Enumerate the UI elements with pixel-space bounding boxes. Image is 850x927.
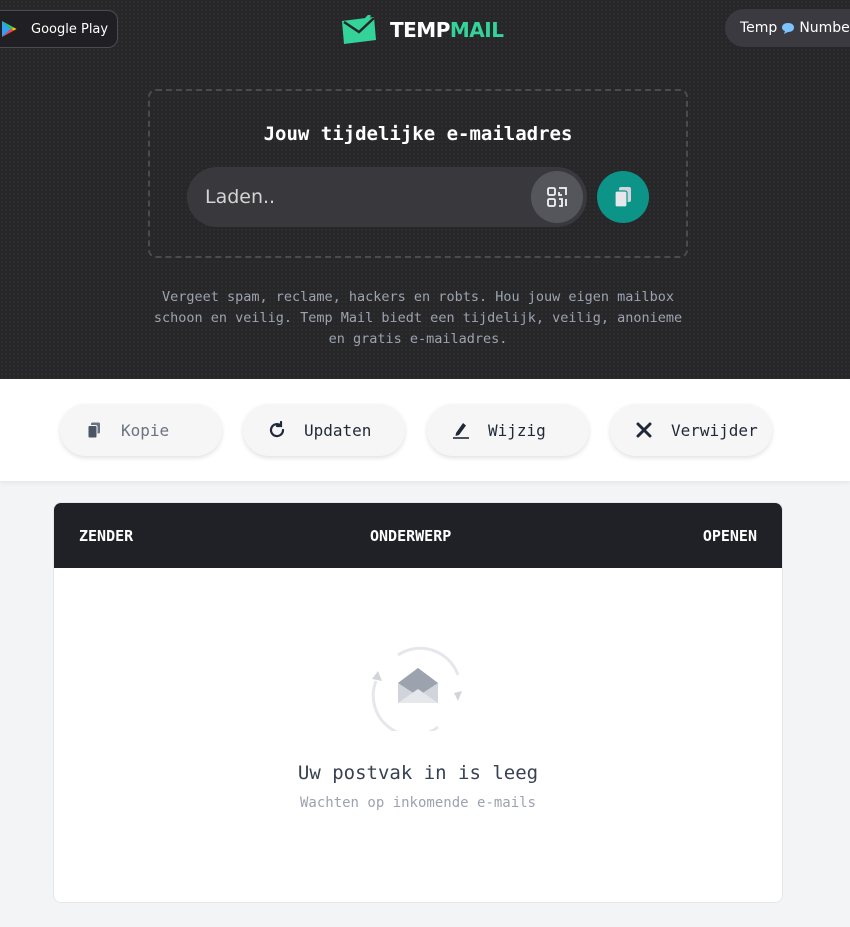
refresh-button[interactable]: Updaten [243,404,405,456]
column-sender: ZENDER [79,527,134,545]
google-play-icon [2,21,17,37]
logo[interactable]: TEMPMAIL [341,15,504,45]
copy-email-button[interactable] [597,171,649,223]
copy-button[interactable]: Kopie [60,404,222,456]
qr-code-icon [547,187,567,207]
hero-section: Google Play TEMPMAIL Temp Numbe Jouw tij… [0,0,850,379]
column-open: OPENEN [702,527,757,545]
edit-button[interactable]: Wijzig [427,404,589,456]
inbox-table: ZENDER ONDERWERP OPENEN Uw postvak in is… [53,502,783,903]
copy-button-label: Kopie [121,420,170,440]
google-play-button[interactable]: Google Play [0,10,118,48]
delete-button-label: Verwijder [671,420,758,440]
email-address-input[interactable] [205,167,525,227]
refresh-icon [267,420,287,440]
delete-button[interactable]: Verwijder [610,404,772,456]
google-play-label: Google Play [31,21,109,37]
logo-text-mail: MAIL [449,18,504,42]
temp-number-button[interactable]: Temp Numbe [725,9,850,47]
edit-button-label: Wijzig [488,420,546,440]
email-box: Jouw tijdelijke e-mailadres [148,89,688,258]
inbox-table-header: ZENDER ONDERWERP OPENEN [54,503,782,568]
envelope-check-icon [342,15,376,44]
edit-icon [451,420,471,440]
empty-inbox-title: Uw postvak in is leeg [297,762,539,784]
temp-number-label-end: Numbe [799,20,850,36]
action-bar: Kopie Updaten Wijzig Verwijder [0,379,850,481]
email-box-title: Jouw tijdelijke e-mailadres [263,123,573,145]
copy-icon [84,420,104,440]
email-address-field [187,167,587,227]
refresh-button-label: Updaten [304,420,372,440]
qr-code-button[interactable] [531,171,583,223]
speech-bubble-icon [781,22,795,35]
temp-number-label-start: Temp [740,20,778,36]
tagline: Vergeet spam, reclame, hackers en robts.… [153,289,683,347]
empty-inbox-subtitle: Wachten op inkomende e-mails [299,795,536,811]
copy-icon [614,187,631,208]
close-icon [634,420,654,440]
logo-text-temp: TEMP [390,18,450,42]
column-subject: ONDERWERP [370,527,452,545]
empty-inbox-icon [370,641,466,738]
